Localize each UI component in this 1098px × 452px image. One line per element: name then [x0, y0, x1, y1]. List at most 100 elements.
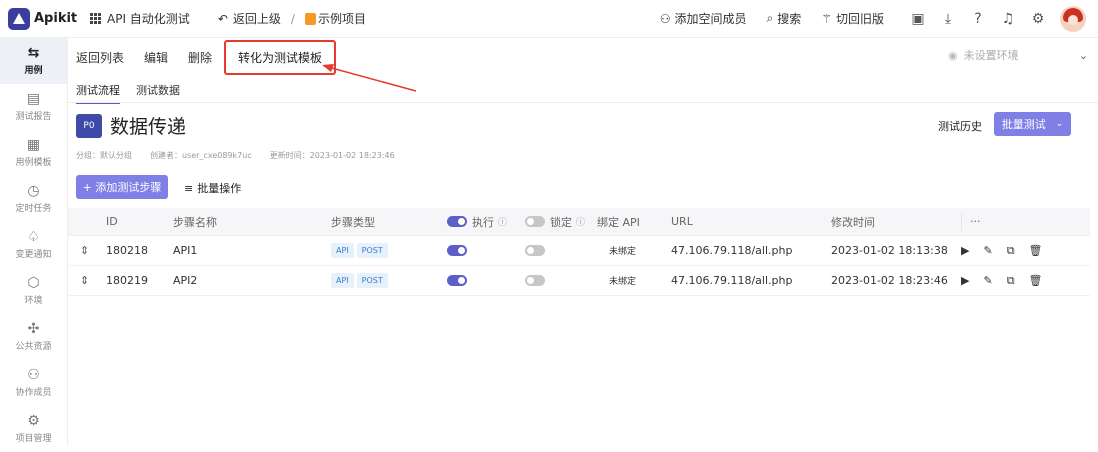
main-content: 返回列表 编辑 删除 转化为测试模板 ◉ 未设置环境 ⌄ 测试流程 测试数据 P… — [68, 38, 1098, 446]
old-version-button[interactable]: ⚚ 切回旧版 — [821, 10, 884, 27]
bell-icon: ♤ — [27, 229, 40, 245]
magic-wand-icon: ⚚ — [821, 11, 832, 26]
play-icon[interactable]: ▶ — [961, 244, 969, 257]
table-header: ID 步骤名称 步骤类型 执行 ⓘ 锁定 ⓘ 绑定 API URL 修改时间 ·… — [68, 208, 1090, 236]
case-header: P0 数据传递 — [76, 112, 186, 139]
lock-toggle[interactable] — [525, 275, 545, 286]
logo[interactable]: Apikit — [8, 7, 78, 30]
calendar-check-icon[interactable]: ▣ — [910, 11, 926, 27]
users-icon: ⚇ — [27, 367, 40, 383]
header-name: 步骤名称 — [173, 215, 217, 229]
breadcrumb-separator: / — [290, 11, 295, 26]
sidebar-item-env[interactable]: ⬡ 环境 — [0, 268, 67, 314]
row-id: 180219 — [106, 274, 148, 287]
top-right-actions: ⚇ 添加空间成员 ⌕ 搜索 ⚚ 切回旧版 ▣ ⤓ ? ♫ ⚙ — [660, 5, 1098, 32]
demo-project-link[interactable]: 示例项目 — [304, 10, 366, 27]
lock-all-toggle[interactable] — [525, 216, 545, 227]
sidebar-item-notify[interactable]: ♤ 变更通知 — [0, 222, 67, 268]
sidebar-item-label: 项目管理 — [15, 434, 52, 444]
edit-button[interactable]: 编辑 — [144, 49, 168, 66]
trash-icon[interactable]: 🗑 — [1029, 244, 1043, 257]
sidebar-item-template[interactable]: ▦ 用例模板 — [0, 130, 67, 176]
header-more[interactable]: ··· — [951, 212, 1090, 231]
project-switcher[interactable]: API 自动化测试 — [90, 10, 190, 27]
demo-project-label: 示例项目 — [317, 12, 366, 26]
sidebar-item-label: 用例 — [24, 66, 43, 76]
header-url: URL — [671, 215, 693, 228]
search-icon: ⌕ — [766, 11, 774, 25]
search-button[interactable]: ⌕ 搜索 — [766, 10, 801, 27]
top-bar: Apikit API 自动化测试 ↶ 返回上级 / 示例项目 ⚇ 添加空间成员 … — [0, 0, 1098, 38]
help-icon[interactable]: ? — [970, 11, 986, 27]
chevron-down-icon[interactable]: ⌄ — [1056, 119, 1064, 129]
row-name: API1 — [173, 244, 198, 257]
delete-button[interactable]: 删除 — [188, 49, 212, 66]
sidebar-item-timer[interactable]: ◷ 定时任务 — [0, 176, 67, 222]
avatar[interactable] — [1060, 5, 1086, 32]
tab-flow[interactable]: 测试流程 — [76, 82, 120, 104]
env-selector[interactable]: ◉ 未设置环境 ⌄ — [948, 40, 1088, 70]
cube-icon: ⬡ — [27, 275, 40, 291]
add-member-button[interactable]: ⚇ 添加空间成员 — [660, 10, 747, 27]
play-icon[interactable]: ▶ — [961, 274, 969, 287]
sidebar: ⇆ 用例 ▤ 测试报告 ▦ 用例模板 ◷ 定时任务 ♤ 变更通知 ⬡ 环境 ✣ … — [0, 38, 68, 446]
sidebar-item-test-case[interactable]: ⇆ 用例 — [0, 38, 67, 84]
sidebar-item-members[interactable]: ⚇ 协作成员 — [0, 360, 67, 406]
exec-toggle[interactable] — [447, 245, 467, 256]
sidebar-item-report[interactable]: ▤ 测试报告 — [0, 84, 67, 130]
batch-test-label: 批量测试 — [1001, 118, 1046, 131]
bell-icon[interactable]: ♫ — [1000, 11, 1016, 27]
priority-badge: P0 — [76, 113, 102, 138]
puzzle-icon: ✣ — [27, 321, 40, 337]
row-actions: ▶ ✎ ⧉ 🗑 — [951, 274, 1090, 288]
table-row[interactable]: ⇕ 180219 API2 API POST 未绑定 47.106.79.118/… — [68, 266, 1090, 296]
header-time: 修改时间 — [831, 215, 875, 229]
history-button[interactable]: 测试历史 — [938, 118, 982, 134]
group-text: 分组：默认分组 — [76, 151, 132, 160]
row-time: 2023-01-02 18:13:38 — [831, 244, 948, 257]
tab-divider — [68, 102, 1098, 103]
api-tag: API — [331, 243, 354, 258]
method-tag: POST — [356, 273, 388, 288]
exec-all-toggle[interactable] — [447, 216, 467, 227]
copy-icon[interactable]: ⧉ — [1007, 244, 1015, 258]
batch-test-button[interactable]: 批量测试 ⌄ — [994, 112, 1071, 136]
api-tag: API — [331, 273, 354, 288]
page-title: 数据传递 — [110, 116, 187, 138]
edit-icon[interactable]: ✎ — [983, 274, 992, 287]
header-lock: 锁定 ⓘ — [525, 214, 597, 230]
back-up-label: 返回上级 — [232, 12, 281, 26]
sidebar-item-project[interactable]: ⚙ 项目管理 — [0, 406, 67, 452]
grid-icon — [90, 13, 101, 24]
gear-icon[interactable]: ⚙ — [1030, 11, 1046, 27]
env-placeholder: 未设置环境 — [963, 49, 1019, 62]
sidebar-item-label: 公共资源 — [15, 342, 52, 352]
annotation-arrow — [322, 64, 417, 92]
drag-handle-icon[interactable]: ⇕ — [68, 274, 98, 287]
copy-icon[interactable]: ⧉ — [1007, 274, 1015, 288]
row-type: API POST — [331, 243, 447, 258]
tab-data[interactable]: 测试数据 — [136, 82, 180, 104]
lock-toggle[interactable] — [525, 245, 545, 256]
back-up-link[interactable]: ↶ 返回上级 — [218, 10, 281, 27]
header-bind: 绑定 API — [597, 215, 640, 229]
trash-icon[interactable]: 🗑 — [1029, 274, 1043, 287]
add-step-button[interactable]: + 添加测试步骤 — [76, 175, 168, 199]
gift-icon — [304, 12, 316, 25]
header-type: 步骤类型 — [331, 215, 375, 229]
edit-icon[interactable]: ✎ — [983, 244, 992, 257]
exec-toggle[interactable] — [447, 275, 467, 286]
list-icon: ≡ — [184, 181, 194, 195]
batch-op-button[interactable]: ≡ 批量操作 — [184, 180, 241, 196]
sidebar-item-label: 测试报告 — [15, 112, 52, 122]
header-id: ID — [106, 215, 118, 228]
drag-handle-icon[interactable]: ⇕ — [68, 244, 98, 257]
table-row[interactable]: ⇕ 180218 API1 API POST 未绑定 47.106.79.118/… — [68, 236, 1090, 266]
row-id: 180218 — [106, 244, 148, 257]
download-icon[interactable]: ⤓ — [940, 11, 956, 27]
batch-op-label: 批量操作 — [197, 182, 242, 195]
back-list-button[interactable]: 返回列表 — [76, 49, 124, 66]
sidebar-item-resources[interactable]: ✣ 公共资源 — [0, 314, 67, 360]
creator-text: 创建者：user_cxe089k7uc — [150, 151, 252, 160]
sidebar-item-label: 定时任务 — [15, 204, 52, 214]
